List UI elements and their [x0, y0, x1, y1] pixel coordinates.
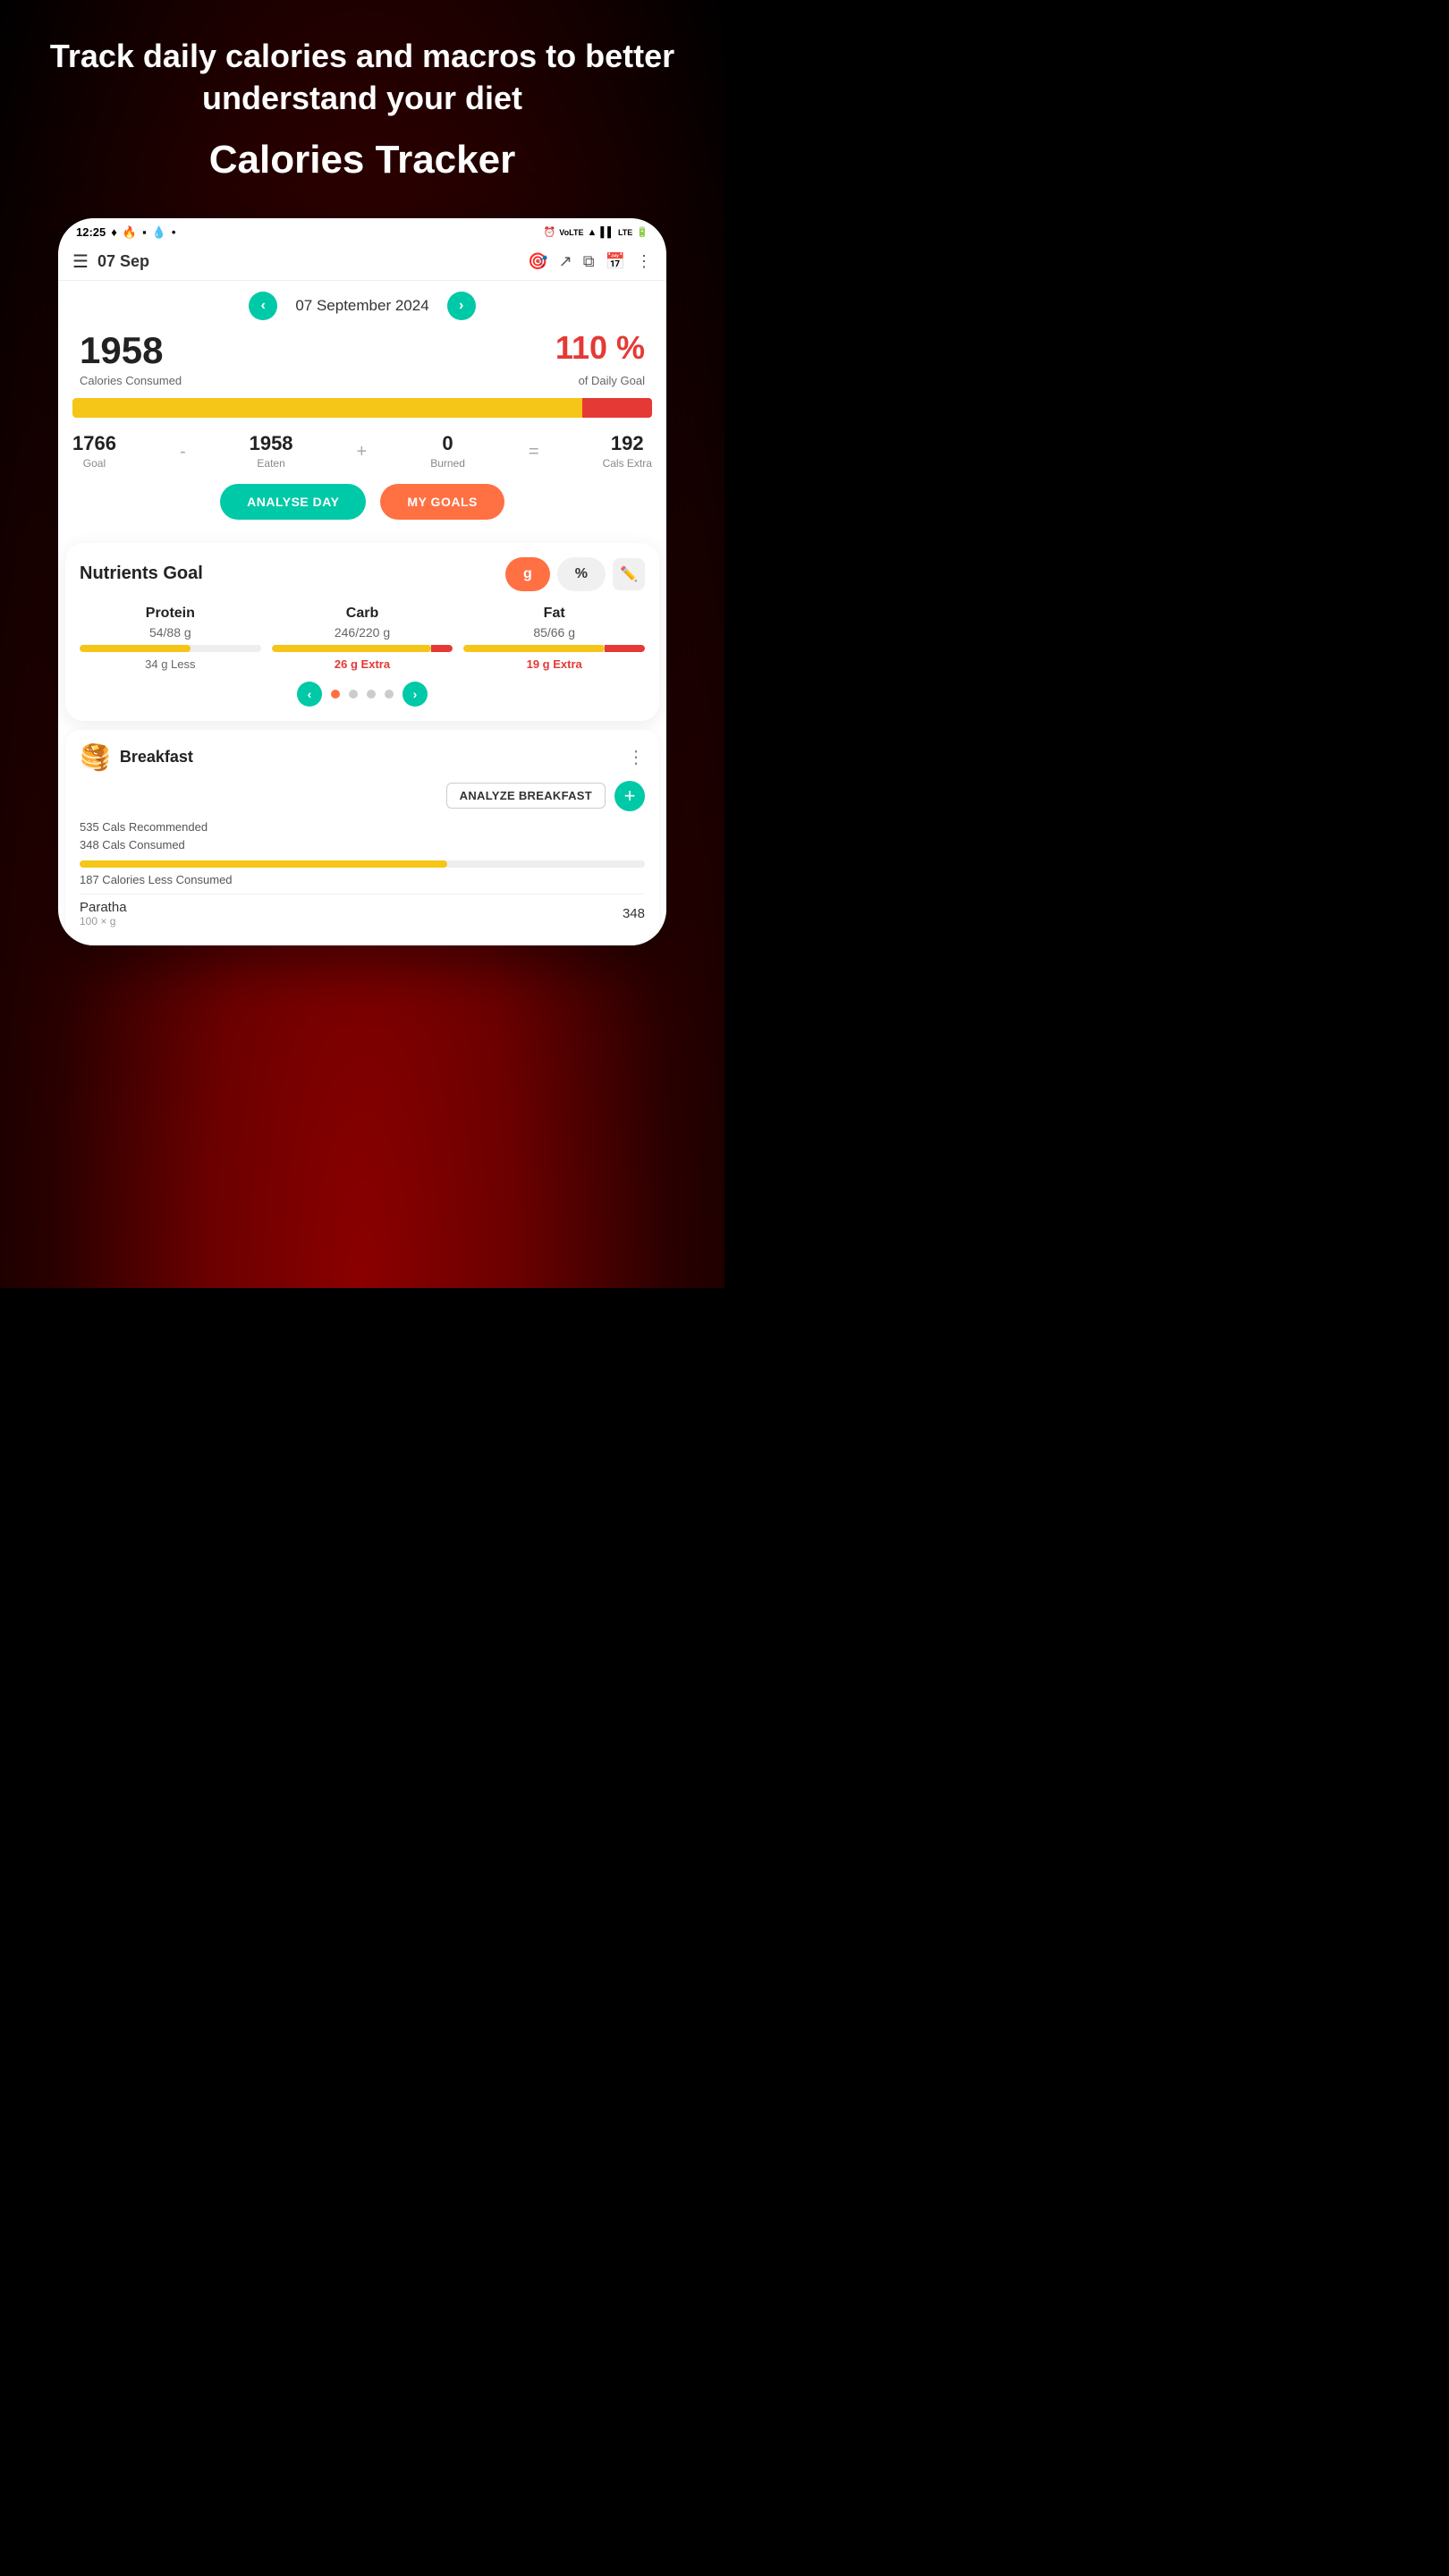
battery-icon: 🔋	[636, 226, 648, 238]
my-goals-button[interactable]: MY GOALS	[380, 484, 504, 520]
next-date-button[interactable]: ›	[447, 292, 476, 320]
drop-icon: 💧	[152, 225, 166, 240]
breakfast-icon: 🥞	[80, 742, 111, 772]
nutrients-title: Nutrients Goal	[80, 564, 203, 584]
nutrients-card: Nutrients Goal g % ✏️ Protein 54/88 g 34…	[65, 543, 659, 721]
breakfast-more-icon[interactable]: ⋮	[627, 746, 645, 768]
calories-consumed-label: Calories Consumed	[80, 374, 182, 387]
carb-amount: 246/220 g	[272, 625, 453, 640]
goal-value: 1766	[72, 432, 116, 455]
lte-icon: VoLTE	[559, 228, 583, 237]
header-date: 07 Sep	[97, 252, 149, 271]
share-icon[interactable]: ↗	[559, 252, 572, 271]
carb-col: Carb 246/220 g 26 g Extra	[272, 606, 453, 671]
calories-consumed-value: 1958	[80, 329, 163, 372]
pagination-dot-1	[331, 690, 340, 699]
eaten-label: Eaten	[250, 457, 293, 470]
breakfast-cals-recommended: 535 Cals Recommended	[80, 818, 645, 837]
fat-col: Fat 85/66 g 19 g Extra	[463, 606, 645, 671]
breakfast-cals-status: 187 Calories Less Consumed	[80, 873, 645, 886]
square-icon: ▪	[142, 225, 147, 239]
phone-frame: 12:25 ♦ 🔥 ▪ 💧 • ⏰ VoLTE ▲ ▌▌ LTE 🔋 ☰ 07 …	[58, 218, 666, 946]
protein-amount: 54/88 g	[80, 625, 261, 640]
signal-icon: ♦	[111, 225, 117, 239]
calendar-icon[interactable]: 📅	[606, 252, 625, 271]
fat-status: 19 g Extra	[463, 657, 645, 671]
nutrients-grid: Protein 54/88 g 34 g Less Carb 246/220 g	[80, 606, 645, 671]
prev-date-button[interactable]: ‹	[249, 292, 277, 320]
add-breakfast-button[interactable]: +	[614, 781, 645, 811]
nutrients-pagination: ‹ ›	[80, 671, 645, 707]
protein-label: Protein	[80, 606, 261, 622]
carb-status: 26 g Extra	[272, 657, 453, 671]
app-title: Calories Tracker	[209, 138, 515, 182]
nutrients-next-button[interactable]: ›	[402, 682, 428, 707]
minus-op: -	[180, 442, 186, 470]
calories-progress-bar	[72, 398, 652, 418]
current-date: 07 September 2024	[295, 297, 428, 315]
breakfast-progress-bar	[80, 860, 645, 868]
protein-col: Protein 54/88 g 34 g Less	[80, 606, 261, 671]
wifi-icon: ▲	[587, 227, 597, 238]
fat-label: Fat	[463, 606, 645, 622]
macros-row: 1766 Goal - 1958 Eaten + 0 Burned = 192 …	[58, 428, 666, 480]
hamburger-icon[interactable]: ☰	[72, 250, 89, 273]
calories-labels: Calories Consumed of Daily Goal	[58, 374, 666, 394]
unit-pct-button[interactable]: %	[557, 557, 606, 591]
status-bar: 12:25 ♦ 🔥 ▪ 💧 • ⏰ VoLTE ▲ ▌▌ LTE 🔋	[58, 218, 666, 243]
unit-g-button[interactable]: g	[505, 557, 550, 591]
eaten-value: 1958	[250, 432, 293, 455]
food-name: Paratha	[80, 900, 127, 915]
breakfast-card: 🥞 Breakfast ⋮ ANALYZE BREAKFAST + 535 Ca…	[65, 730, 659, 946]
analyze-breakfast-button[interactable]: ANALYZE BREAKFAST	[446, 783, 606, 809]
fire-icon: 🔥	[123, 225, 137, 240]
food-cals: 348	[623, 906, 645, 921]
breakfast-cals-consumed: 348 Cals Consumed	[80, 836, 645, 855]
breakfast-name: Breakfast	[120, 748, 193, 767]
signal-bars-icon: ▌▌	[600, 227, 614, 238]
daily-goal-pct: 110 %	[555, 329, 645, 367]
equals-op: =	[529, 442, 539, 470]
status-time: 12:25	[76, 225, 106, 239]
pagination-dot-3	[367, 690, 376, 699]
fat-amount: 85/66 g	[463, 625, 645, 640]
more-icon[interactable]: ⋮	[636, 252, 652, 271]
goal-label: Goal	[72, 457, 116, 470]
extra-value: 192	[603, 432, 652, 455]
date-navigation: ‹ 07 September 2024 ›	[58, 281, 666, 326]
burned-value: 0	[430, 432, 465, 455]
edit-icon[interactable]: ✏️	[613, 558, 645, 590]
burned-label: Burned	[430, 457, 465, 470]
app-header: ☰ 07 Sep 🎯 ↗ ⧉ 📅 ⋮	[58, 243, 666, 281]
alarm-icon: ⏰	[544, 226, 556, 238]
action-buttons: ANALYSE DAY MY GOALS	[58, 480, 666, 534]
breakfast-cals-info: 535 Cals Recommended 348 Cals Consumed	[80, 818, 645, 856]
copy-icon[interactable]: ⧉	[583, 252, 595, 271]
pagination-dot-4	[385, 690, 394, 699]
target-icon[interactable]: 🎯	[528, 252, 547, 271]
carb-label: Carb	[272, 606, 453, 622]
pagination-dot-2	[349, 690, 358, 699]
lte2-icon: LTE	[618, 228, 632, 237]
nutrients-prev-button[interactable]: ‹	[297, 682, 322, 707]
plus-op: +	[357, 442, 368, 470]
analyse-day-button[interactable]: ANALYSE DAY	[220, 484, 366, 520]
protein-status: 34 g Less	[80, 657, 261, 671]
calories-section: 1958 110 %	[58, 326, 666, 374]
extra-label: Cals Extra	[603, 457, 652, 470]
food-item-paratha: Paratha 100 × g 348	[80, 894, 645, 933]
hero-subtitle: Track daily calories and macros to bette…	[49, 36, 675, 120]
food-serving: 100 × g	[80, 915, 127, 928]
daily-goal-label: of Daily Goal	[579, 374, 645, 387]
dot-icon: •	[172, 225, 176, 239]
unit-toggle: g % ✏️	[505, 557, 645, 591]
